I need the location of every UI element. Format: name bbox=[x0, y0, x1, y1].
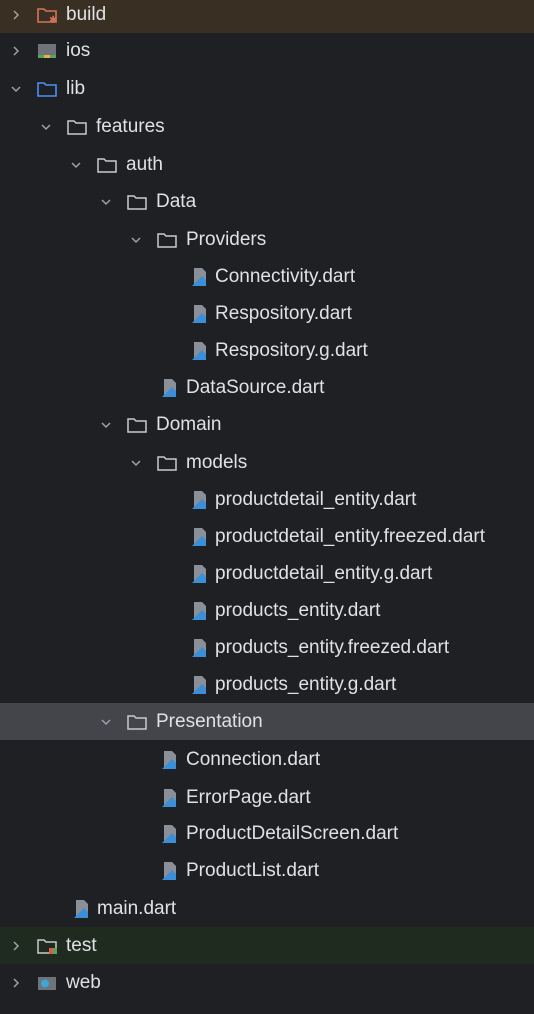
tree-row-label: Presentation bbox=[156, 711, 263, 732]
dart-file-icon bbox=[188, 563, 210, 585]
tree-row-label: auth bbox=[126, 154, 163, 175]
tree-row-features[interactable]: features bbox=[0, 108, 534, 145]
dart-file-icon bbox=[158, 377, 180, 399]
tree-row-label: ErrorPage.dart bbox=[186, 787, 311, 808]
tree-row-label: ProductDetailScreen.dart bbox=[186, 823, 399, 844]
tree-row-presentation[interactable]: Presentation bbox=[0, 703, 534, 740]
chevron-down-icon[interactable] bbox=[8, 81, 24, 97]
chevron-right-icon[interactable] bbox=[8, 938, 24, 954]
folder-icon bbox=[126, 414, 148, 436]
tree-row-label: test bbox=[66, 935, 97, 956]
tree-row-file[interactable]: Respository.g.dart bbox=[0, 332, 534, 369]
tree-row-label: products_entity.freezed.dart bbox=[215, 637, 450, 658]
svg-text:✱: ✱ bbox=[49, 15, 57, 26]
tree-row-label: productdetail_entity.dart bbox=[215, 489, 417, 510]
tree-row-label: ios bbox=[66, 40, 91, 61]
dart-file-icon bbox=[188, 303, 210, 325]
chevron-down-icon[interactable] bbox=[38, 119, 54, 135]
tree-row-label: Respository.g.dart bbox=[215, 340, 368, 361]
chevron-right-icon[interactable] bbox=[8, 43, 24, 59]
folder-icon bbox=[96, 154, 118, 176]
dart-file-icon bbox=[188, 340, 210, 362]
dart-file-icon bbox=[158, 823, 180, 845]
tree-row-providers[interactable]: Providers bbox=[0, 221, 534, 258]
tree-row-label: web bbox=[66, 972, 101, 993]
tree-row-label: Connection.dart bbox=[186, 749, 321, 770]
tree-row-file[interactable]: Connection.dart bbox=[0, 741, 534, 778]
chevron-down-icon[interactable] bbox=[128, 232, 144, 248]
dart-file-icon bbox=[70, 898, 92, 920]
dart-file-icon bbox=[188, 600, 210, 622]
tree-row-file[interactable]: ErrorPage.dart bbox=[0, 779, 534, 816]
tree-row-models[interactable]: models bbox=[0, 444, 534, 481]
tree-row-label: products_entity.g.dart bbox=[215, 674, 397, 695]
dart-file-icon bbox=[158, 749, 180, 771]
tree-row-file[interactable]: products_entity.dart bbox=[0, 592, 534, 629]
tree-row-label: Connectivity.dart bbox=[215, 266, 356, 287]
dart-file-icon bbox=[188, 637, 210, 659]
tree-row-file[interactable]: Connectivity.dart bbox=[0, 258, 534, 295]
tree-row-domain[interactable]: Domain bbox=[0, 406, 534, 443]
tree-row-label: Respository.dart bbox=[215, 303, 352, 324]
dart-file-icon bbox=[188, 674, 210, 696]
tree-row-file[interactable]: products_entity.freezed.dart bbox=[0, 629, 534, 666]
folder-icon bbox=[156, 229, 178, 251]
tree-row-file[interactable]: productdetail_entity.g.dart bbox=[0, 555, 534, 592]
tree-row-data[interactable]: Data bbox=[0, 183, 534, 220]
tree-row-label: lib bbox=[66, 78, 86, 99]
tree-row-label: models bbox=[186, 452, 248, 473]
dart-file-icon bbox=[188, 489, 210, 511]
dart-file-icon bbox=[188, 266, 210, 288]
folder-icon bbox=[156, 452, 178, 474]
tree-row-file[interactable]: ProductDetailScreen.dart bbox=[0, 815, 534, 852]
web-folder-icon bbox=[36, 972, 58, 994]
tree-row-label: main.dart bbox=[97, 898, 177, 919]
chevron-down-icon[interactable] bbox=[98, 194, 114, 210]
tree-row-label: features bbox=[96, 116, 165, 137]
excluded-folder-icon: ✱ bbox=[36, 4, 58, 26]
tree-row-partial bbox=[0, 1004, 534, 1014]
tree-row-label: Data bbox=[156, 191, 197, 212]
tree-row-label: Providers bbox=[186, 229, 267, 250]
tree-row-web[interactable]: web bbox=[0, 964, 534, 1001]
tree-row-file[interactable]: productdetail_entity.dart bbox=[0, 481, 534, 518]
ios-folder-icon bbox=[36, 40, 58, 62]
dart-file-icon bbox=[158, 787, 180, 809]
chevron-down-icon[interactable] bbox=[98, 417, 114, 433]
folder-icon bbox=[126, 191, 148, 213]
source-folder-icon bbox=[36, 78, 58, 100]
folder-icon bbox=[66, 116, 88, 138]
tree-row-file[interactable]: DataSource.dart bbox=[0, 369, 534, 406]
dart-file-icon bbox=[188, 526, 210, 548]
test-folder-icon bbox=[36, 935, 58, 957]
folder-icon bbox=[126, 711, 148, 733]
chevron-down-icon[interactable] bbox=[68, 157, 84, 173]
tree-row-file[interactable]: ProductList.dart bbox=[0, 852, 534, 889]
tree-row-file[interactable]: products_entity.g.dart bbox=[0, 666, 534, 703]
tree-row-file[interactable]: main.dart bbox=[0, 890, 534, 927]
tree-row-file[interactable]: productdetail_entity.freezed.dart bbox=[0, 518, 534, 555]
tree-row-lib[interactable]: lib bbox=[0, 70, 534, 107]
chevron-right-icon[interactable] bbox=[8, 7, 24, 23]
tree-row-label: products_entity.dart bbox=[215, 600, 381, 621]
chevron-down-icon[interactable] bbox=[98, 714, 114, 730]
tree-row-ios[interactable]: ios bbox=[0, 32, 534, 69]
tree-row-label: DataSource.dart bbox=[186, 377, 325, 398]
tree-row-test[interactable]: test bbox=[0, 927, 534, 964]
tree-row-label: build bbox=[66, 4, 107, 25]
tree-row-auth[interactable]: auth bbox=[0, 146, 534, 183]
dart-file-icon bbox=[158, 860, 180, 882]
tree-row-label: ProductList.dart bbox=[186, 860, 320, 881]
project-tree: ✱ build ios lib features auth Data Provi… bbox=[0, 0, 534, 1014]
tree-row-build[interactable]: ✱ build bbox=[0, 0, 534, 33]
tree-row-file[interactable]: Respository.dart bbox=[0, 295, 534, 332]
tree-row-label: Domain bbox=[156, 414, 222, 435]
tree-row-label: productdetail_entity.freezed.dart bbox=[215, 526, 486, 547]
chevron-right-icon[interactable] bbox=[8, 975, 24, 991]
tree-row-label: productdetail_entity.g.dart bbox=[215, 563, 433, 584]
chevron-down-icon[interactable] bbox=[128, 455, 144, 471]
